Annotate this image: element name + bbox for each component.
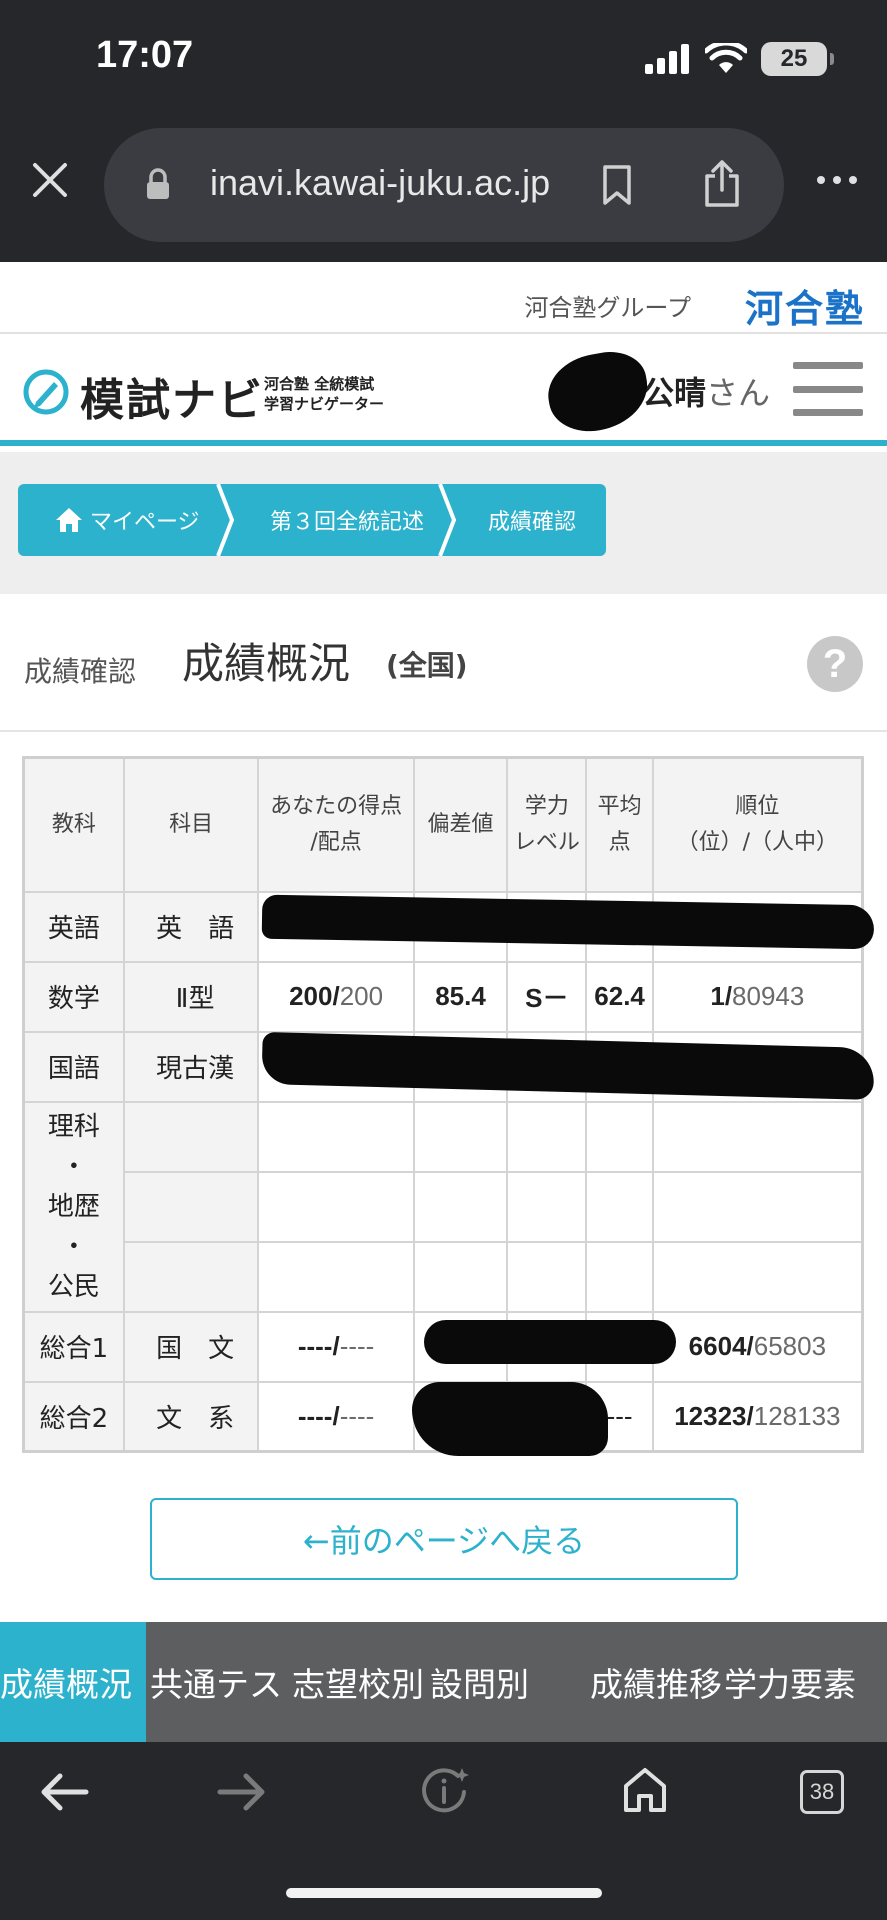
cell-level: S－ [506, 960, 588, 1033]
cell-kyouka: 国語 [22, 1030, 125, 1103]
breadcrumb-label: 第３回全統記述 [270, 510, 425, 535]
cell-rank: 6604/65803 [651, 1310, 864, 1383]
cell-kyouka-science: 理科 ・ 地歴 ・ 公民 [22, 1100, 125, 1313]
redaction-mark [424, 1320, 676, 1364]
user-honorific: さん [706, 374, 771, 412]
tab-trend[interactable]: 成績推移 [590, 1622, 724, 1742]
help-icon[interactable]: ? [807, 636, 863, 692]
breadcrumb-label: 成績確認 [488, 510, 577, 535]
cell-kamoku: 英 語 [122, 890, 260, 963]
app-subtitle: 河合塾 全統模試 学習ナビゲーター [264, 375, 385, 413]
cell-kyouka: 総合1 [22, 1310, 125, 1383]
address-bar[interactable]: inavi.kawai-juku.ac.jp [104, 128, 784, 242]
section-label: 成績確認 [24, 655, 137, 688]
table-row: 理科 ・ 地歴 ・ 公民 [22, 1100, 864, 1313]
close-icon[interactable] [30, 160, 70, 200]
tab-ability[interactable]: 学力要素 [724, 1622, 887, 1742]
tab-school[interactable]: 志望校別 [292, 1622, 430, 1742]
cell-kamoku: 国 文 [122, 1310, 260, 1383]
cell-kyouka: 数学 [22, 960, 125, 1033]
table-header-row: 教科 科目 あなたの得点/配点 偏差値 学力 レベル 平均点 順位 （位）/（人中） [22, 756, 864, 893]
tab-common-test[interactable]: 共通テス [146, 1622, 292, 1742]
header-rank: 順位 （位）/（人中） [651, 756, 864, 893]
header-average: 平均点 [585, 756, 654, 893]
app-title[interactable]: 模試ナビ [80, 364, 264, 428]
cell-score: 200/200 [257, 960, 415, 1033]
redaction-mark [412, 1382, 608, 1456]
share-icon[interactable] [702, 160, 742, 208]
user-name-text: 公晴 [642, 374, 707, 412]
table-row [24, 1240, 864, 1313]
wifi-icon [705, 43, 747, 73]
back-arrow-icon[interactable] [38, 1770, 90, 1814]
breadcrumb: マイページ 第３回全統記述 成績確認 [18, 484, 606, 556]
breadcrumb-mypage[interactable]: マイページ [18, 484, 235, 556]
status-icons: 25 [645, 42, 834, 76]
home-icon [56, 508, 82, 532]
breadcrumb-label: マイページ [90, 510, 200, 535]
header-hensachi: 偏差値 [412, 756, 509, 893]
page-info-icon[interactable] [418, 1766, 470, 1818]
lock-icon [147, 168, 169, 199]
cell-rank: 12323/128133 [651, 1380, 864, 1453]
kawai-logo[interactable]: 河合塾 [745, 278, 865, 333]
cell-kamoku: 現古漢 [122, 1030, 260, 1103]
page-title-row: 成績確認 成績概況 (全国) ? [0, 594, 887, 732]
breadcrumb-area: マイページ 第３回全統記述 成績確認 [0, 452, 887, 594]
cell-kyouka: 総合2 [22, 1380, 125, 1453]
status-time: 17:07 [96, 34, 194, 76]
pencil-logo-icon[interactable] [22, 368, 70, 416]
breadcrumb-exam[interactable]: 第３回全統記述 [234, 484, 457, 556]
url-text: inavi.kawai-juku.ac.jp [210, 162, 551, 203]
cell-average: 62.4 [585, 960, 654, 1033]
table-row: 数学 Ⅱ型 200/200 85.4 S－ 62.4 1/80943 [22, 960, 864, 1033]
header-score: あなたの得点/配点 [257, 756, 415, 893]
bookmark-icon[interactable] [602, 164, 632, 206]
battery-icon: 25 [761, 42, 834, 76]
home-icon[interactable] [622, 1766, 668, 1814]
breadcrumb-current: 成績確認 [456, 484, 606, 556]
signal-icon [645, 44, 689, 74]
forward-arrow-icon[interactable] [216, 1770, 268, 1814]
cell-score: ----/---- [257, 1380, 415, 1453]
header-level: 学力 レベル [506, 756, 588, 893]
tab-overview[interactable]: 成績概況 [0, 1622, 146, 1742]
page-scope: (全国) [386, 649, 468, 682]
cell-rank: 1/80943 [651, 960, 864, 1033]
cell-hensachi: 85.4 [412, 960, 509, 1033]
result-tabbar: 成績概況 共通テス 志望校別 設問別 成績推移 学力要素 [0, 1622, 887, 1742]
tab-question[interactable]: 設問別 [430, 1622, 590, 1742]
home-indicator [286, 1888, 602, 1898]
header-kyouka: 教科 [22, 756, 125, 893]
back-button[interactable]: ←前のページへ戻る [150, 1498, 738, 1580]
browser-chrome: 17:07 25 inavi.kawai-juku.ac.jp [0, 0, 887, 262]
page-title: 成績概況 [182, 639, 351, 688]
group-bar: 河合塾グループ 河合塾 [0, 262, 887, 334]
cell-kamoku: 文 系 [122, 1380, 260, 1453]
tabs-icon[interactable]: 38 [800, 1770, 844, 1814]
chevron-right-icon [438, 484, 457, 556]
chevron-right-icon [216, 484, 235, 556]
site-header: 模試ナビ 河合塾 全統模試 学習ナビゲーター 公晴さん [0, 334, 887, 446]
more-icon[interactable] [817, 176, 857, 184]
cell-kyouka: 英語 [22, 890, 125, 963]
header-kamoku: 科目 [122, 756, 260, 893]
cell-score: ----/---- [257, 1310, 415, 1383]
cell-kamoku: Ⅱ型 [122, 960, 260, 1033]
group-label: 河合塾グループ [524, 294, 691, 322]
table-row [24, 1170, 864, 1243]
redaction-mark [542, 345, 654, 439]
menu-icon[interactable] [793, 362, 863, 416]
